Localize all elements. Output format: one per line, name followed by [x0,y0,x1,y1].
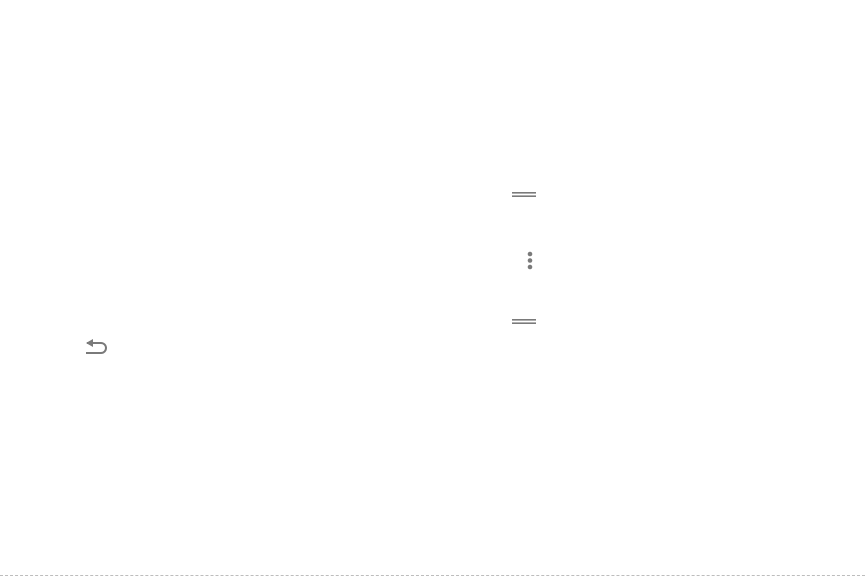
more-options-vertical-icon[interactable] [522,249,538,273]
back-arrow-glyph [86,339,107,354]
more-options-glyph [527,251,533,270]
drag-handle-icon[interactable] [511,189,537,199]
drag-handle-glyph [512,319,536,324]
drag-handle-glyph [512,192,536,197]
bottom-divider [0,575,865,576]
back-arrow-icon[interactable] [84,338,112,358]
drag-handle-icon[interactable] [511,316,537,326]
